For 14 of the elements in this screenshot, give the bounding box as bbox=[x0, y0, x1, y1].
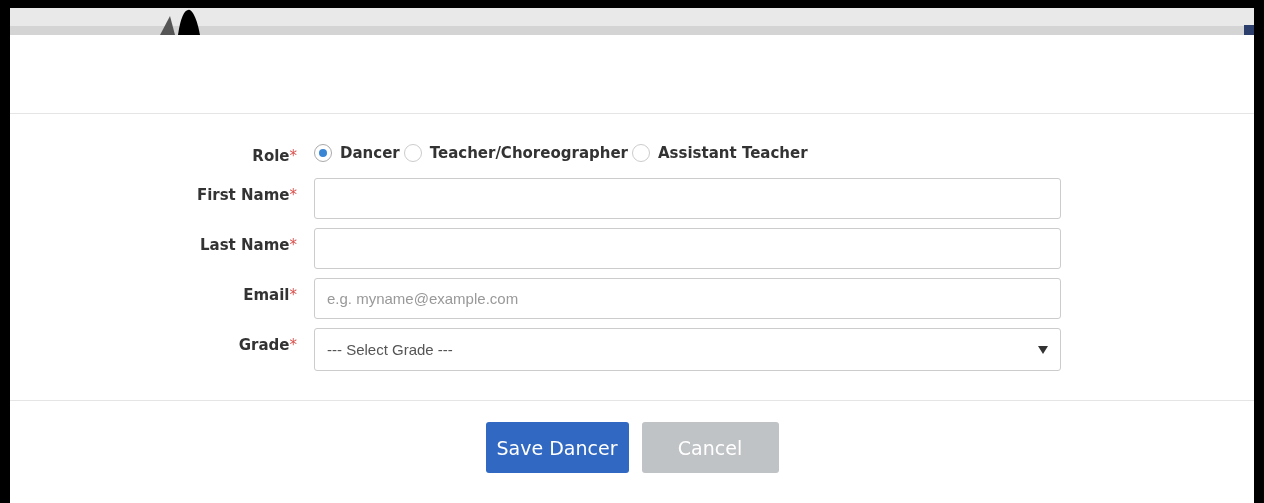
radio-option[interactable]: Assistant Teacher bbox=[632, 144, 808, 162]
field-label: Email* bbox=[242, 285, 298, 304]
field-label: Last Name* bbox=[199, 235, 298, 254]
radio-option[interactable]: Dancer bbox=[314, 144, 400, 162]
field-label: First Name* bbox=[195, 185, 298, 204]
save-button[interactable]: Save Dancer bbox=[485, 422, 629, 473]
input-field[interactable] bbox=[314, 228, 1061, 269]
dropdown[interactable]: --- Select Grade --- bbox=[314, 328, 1061, 371]
field-label: Role* bbox=[251, 146, 298, 165]
caret-icon bbox=[1038, 345, 1048, 354]
input-field[interactable] bbox=[314, 178, 1061, 219]
radio-option[interactable]: Teacher/Choreographer bbox=[403, 144, 628, 162]
field-label: Grade* bbox=[237, 335, 298, 354]
input-field[interactable]: e.g. myname@example.com bbox=[314, 278, 1061, 319]
